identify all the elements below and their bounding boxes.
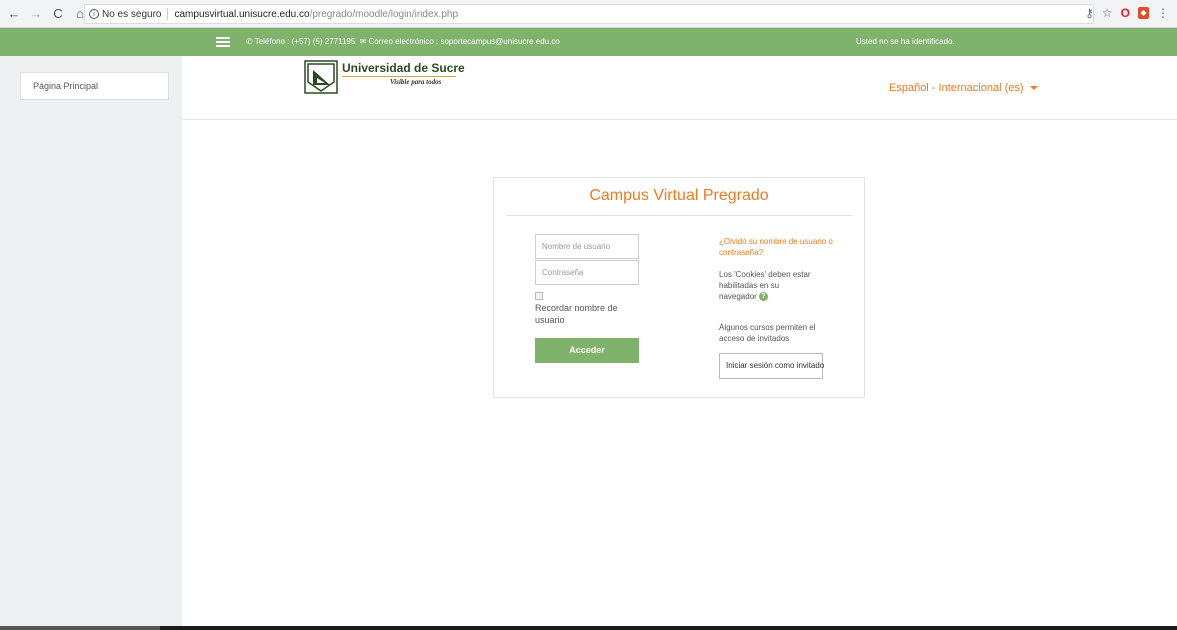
bottom-bar (0, 626, 1177, 630)
university-name[interactable]: Universidad de Sucre (342, 61, 465, 75)
cookies-notice: Los 'Cookies' deben estar habilitadas en… (719, 269, 819, 302)
star-icon[interactable]: ☆ (1102, 6, 1113, 20)
guest-login-button[interactable]: Iniciar sesión como invitado (719, 353, 824, 379)
username-input[interactable] (535, 234, 639, 259)
login-button[interactable]: Acceder (535, 338, 639, 363)
guest-access-text: Algunos cursos permiten el acceso de inv… (719, 323, 816, 343)
sidebar: Página Principal (0, 56, 182, 626)
login-title: Campus Virtual Pregrado (589, 187, 769, 204)
security-label[interactable]: No es seguro (102, 9, 161, 20)
url-path[interactable]: /pregrado/moodle/login/index.php (310, 9, 458, 20)
forward-icon[interactable]: → (28, 6, 44, 22)
language-label: Español - Internacional (es) (889, 82, 1024, 94)
sidebar-item-home[interactable]: Página Principal (20, 72, 169, 100)
university-slogan: Visible para todos (390, 78, 442, 86)
top-info-bar: ✆ Teléfono : (+57) (5) 2771195 ✉ Correo el… (0, 28, 1177, 56)
hamburger-menu-icon[interactable] (216, 37, 230, 47)
info-icon[interactable]: i (89, 9, 99, 19)
language-selector[interactable]: Español - Internacional (es) (889, 82, 1038, 94)
forgot-password-link[interactable]: ¿Olvidó su nombre de usuario o contraseñ… (719, 236, 839, 258)
back-icon[interactable]: ← (6, 6, 22, 22)
browser-icons: ⚷ ☆ O ◆ ⋮ (1085, 6, 1169, 20)
phone-icon: ✆ (246, 37, 253, 46)
help-icon[interactable]: ? (758, 292, 768, 302)
email-text: Correo electrónico : soportecampus@unisu… (368, 37, 560, 46)
url-host[interactable]: campusvirtual.unisucre.edu.co (174, 9, 309, 20)
login-panel: Campus Virtual Pregrado Recordar nombre … (493, 177, 865, 398)
logo-underline (342, 76, 456, 77)
url-separator (167, 8, 169, 20)
address-bar[interactable]: i No es seguro campusvirtual.unisucre.ed… (84, 4, 1094, 24)
key-icon[interactable]: ⚷ (1085, 6, 1094, 20)
reload-icon[interactable]: C (50, 6, 66, 22)
password-input[interactable] (535, 260, 639, 285)
menu-icon[interactable]: ⋮ (1157, 6, 1169, 20)
caret-down-icon (1029, 86, 1038, 91)
contact-info: ✆ Teléfono : (+57) (5) 2771195 ✉ Correo el… (246, 37, 560, 46)
bottom-scroll-thumb[interactable] (0, 626, 160, 630)
login-divider (506, 215, 852, 216)
page-header: Universidad de Sucre Visible para todos … (182, 56, 1177, 120)
envelope-icon: ✉ (359, 37, 367, 46)
extension-icon[interactable]: ◆ (1138, 7, 1149, 19)
remember-username-label[interactable]: Recordar nombre de usuario (535, 302, 639, 326)
university-logo-icon[interactable] (304, 60, 338, 94)
remember-username-checkbox[interactable] (535, 292, 543, 300)
browser-toolbar: ← → C ⌂ i No es seguro campusvirtual.uni… (0, 0, 1177, 28)
opera-icon[interactable]: O (1121, 6, 1130, 20)
phone-text: Teléfono : (+57) (5) 2771195 (254, 37, 356, 46)
login-status: Usted no se ha identificado. (856, 37, 955, 46)
